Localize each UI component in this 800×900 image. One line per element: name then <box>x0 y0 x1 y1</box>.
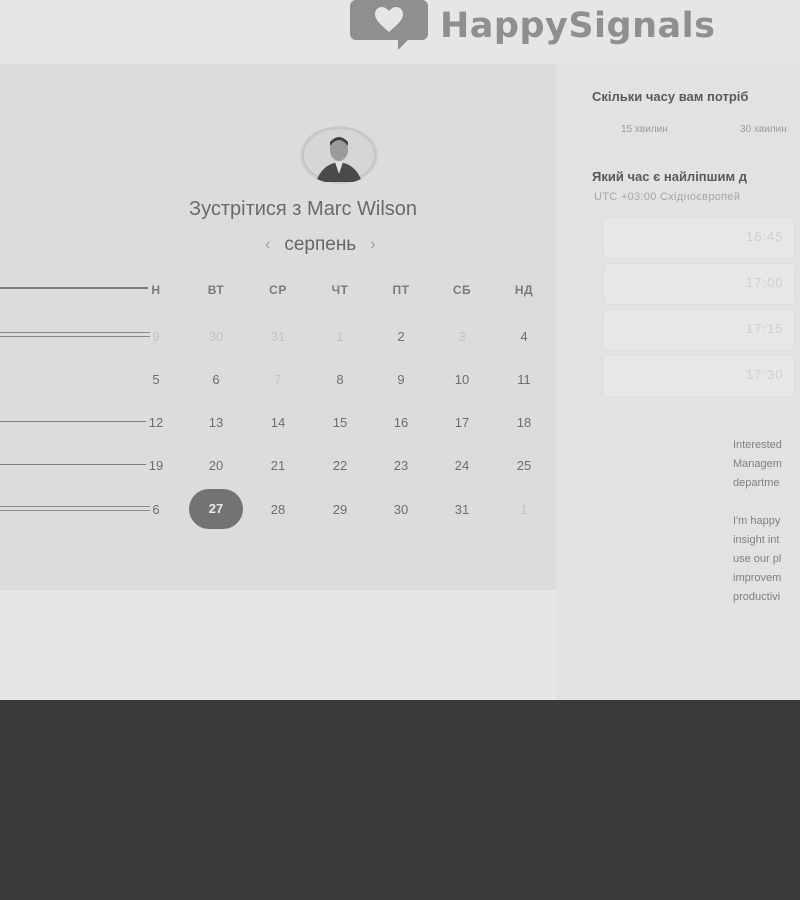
calendar-day[interactable]: 10 <box>442 372 482 387</box>
description-line: productivi <box>733 591 781 603</box>
description-line: Managem <box>733 458 782 470</box>
calendar-day[interactable]: 30 <box>381 502 421 517</box>
calendar-day[interactable]: 14 <box>258 415 298 430</box>
calendar-day[interactable]: 25 <box>504 458 544 473</box>
calendar-day[interactable]: 21 <box>258 458 298 473</box>
calendar-day: 1 <box>520 502 528 517</box>
calendar-day[interactable]: 16 <box>381 415 421 430</box>
calendar-day[interactable]: 9 <box>381 372 421 387</box>
calendar-day[interactable]: 11 <box>504 372 544 387</box>
description-line: I'm happy <box>733 515 781 527</box>
selected-day[interactable]: 27 <box>189 489 243 529</box>
calendar-day[interactable]: 19 <box>136 458 176 473</box>
next-month-icon[interactable]: › <box>370 236 375 254</box>
week-bar <box>0 464 146 465</box>
duration-option-15[interactable]: 15 хвилин <box>621 124 668 135</box>
meeting-title: Зустрітися з Marc Wilson <box>189 198 418 220</box>
calendar-day[interactable]: 6 <box>196 372 236 387</box>
calendar-day: 9 <box>152 329 160 344</box>
week-bar <box>0 506 150 511</box>
calendar-day[interactable]: 18 <box>504 415 544 430</box>
month-navigation: ‹ серпень › <box>265 234 376 256</box>
calendar-day[interactable]: 23 <box>381 458 421 473</box>
calendar-day: 1 <box>336 329 344 344</box>
duration-option-30[interactable]: 30 хвилин <box>740 124 787 135</box>
brand-logo[interactable]: HappySignals <box>350 0 715 52</box>
calendar-day: 31 <box>270 329 286 344</box>
page-footer <box>0 700 800 900</box>
timezone-label[interactable]: UTC +03:00 Східноєвропей <box>594 191 740 203</box>
calendar-card: Зустрітися з Marc Wilson ‹ серпень › Н В… <box>0 64 556 590</box>
weekday-thu: ЧТ <box>331 283 349 297</box>
speech-heart-icon <box>350 0 428 50</box>
calendar-day[interactable]: 28 <box>258 502 298 517</box>
weekday-mon: Н <box>151 283 161 297</box>
week-bar <box>0 332 150 337</box>
calendar-day[interactable]: 17 <box>442 415 482 430</box>
week-bar <box>0 287 148 289</box>
weekday-sun: НД <box>514 283 534 297</box>
time-slot-label: 17:00 <box>746 275 784 290</box>
calendar-day[interactable]: 29 <box>320 502 360 517</box>
weekday-tue: ВТ <box>207 283 225 297</box>
calendar-day[interactable]: 15 <box>320 415 360 430</box>
calendar-day[interactable]: 24 <box>442 458 482 473</box>
calendar-day: 3 <box>458 329 466 344</box>
time-slot[interactable]: 16:45 <box>604 218 794 258</box>
duration-question: Скільки часу вам потріб <box>592 89 749 104</box>
calendar-day[interactable]: 6 <box>136 502 176 517</box>
weekday-sat: СБ <box>452 283 472 297</box>
weekday-wed: СР <box>269 283 287 297</box>
week-bar <box>0 421 146 422</box>
time-slot-label: 16:45 <box>746 229 784 244</box>
calendar-day[interactable]: 8 <box>320 372 360 387</box>
description-line: improvem <box>733 572 782 584</box>
time-slot[interactable]: 17:30 <box>604 356 794 396</box>
description-line: departme <box>733 477 780 489</box>
booking-panel: Скільки часу вам потріб 15 хвилин 30 хви… <box>556 64 800 700</box>
description-line: use our pl <box>733 553 782 565</box>
time-question: Який час є найліпшим д <box>592 169 747 184</box>
calendar-day: 7 <box>274 372 282 387</box>
calendar-day: 30 <box>208 329 224 344</box>
calendar-day[interactable]: 13 <box>196 415 236 430</box>
calendar-day[interactable]: 5 <box>136 372 176 387</box>
description-line: insight int <box>733 534 780 546</box>
time-slot-label: 17:30 <box>746 367 784 382</box>
time-slot[interactable]: 17:15 <box>604 310 794 350</box>
weekday-fri: ПТ <box>392 283 410 297</box>
month-label: серпень <box>284 234 357 255</box>
calendar-day[interactable]: 4 <box>504 329 544 344</box>
time-slot[interactable]: 17:00 <box>604 264 794 304</box>
calendar-day[interactable]: 2 <box>381 329 421 344</box>
prev-month-icon[interactable]: ‹ <box>265 236 270 254</box>
calendar-day[interactable]: 22 <box>320 458 360 473</box>
time-slot-label: 17:15 <box>746 321 784 336</box>
brand-name: HappySignals <box>440 6 716 46</box>
description-line: Interested <box>733 439 782 451</box>
avatar <box>300 126 378 184</box>
calendar-day[interactable]: 12 <box>136 415 176 430</box>
calendar-day[interactable]: 31 <box>442 502 482 517</box>
calendar-day[interactable]: 20 <box>196 458 236 473</box>
